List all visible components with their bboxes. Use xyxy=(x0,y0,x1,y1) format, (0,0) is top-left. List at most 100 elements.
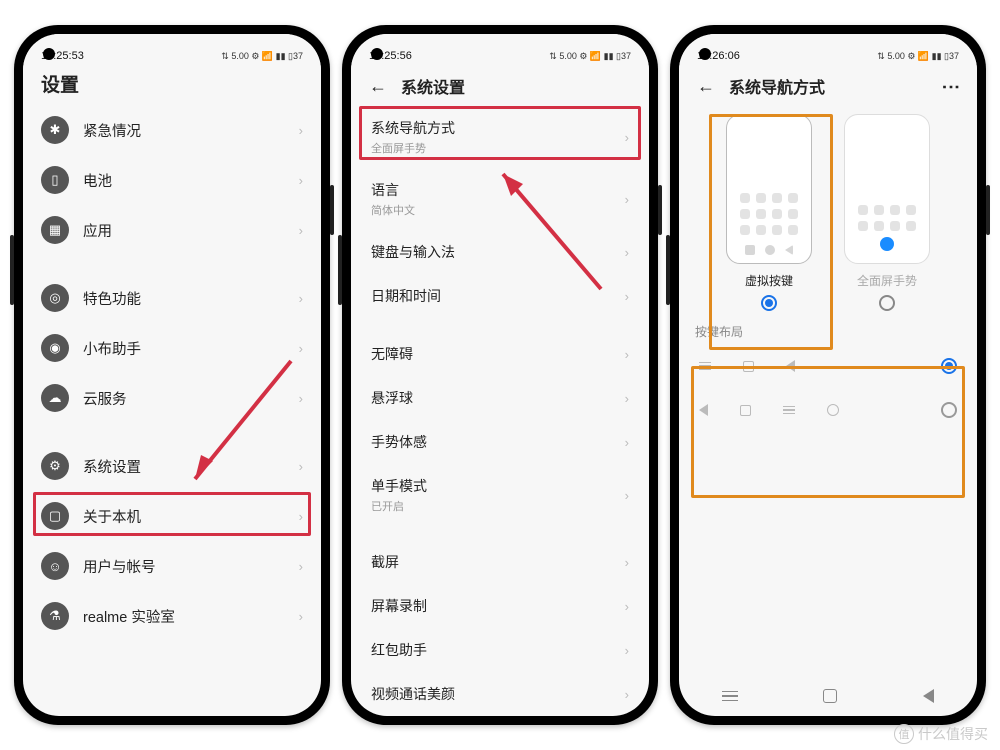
sys-row-0[interactable]: 系统导航方式全面屏手势 › xyxy=(361,106,639,168)
row-label: 关于本机 xyxy=(83,506,141,527)
row-icon: ▦ xyxy=(41,216,69,244)
settings-row-0[interactable]: ✱ 紧急情况 › xyxy=(33,105,311,155)
page-title: 系统导航方式 xyxy=(729,74,825,98)
phone-frame-1: 13:25:53 ⇅ 5.00 ⚙ 📶 ▮▮ ▯37 设置 ✱ 紧急情况 ›▯ … xyxy=(14,25,330,725)
row-label: 语言 xyxy=(371,180,415,200)
row-label: 小布助手 xyxy=(83,338,141,359)
nav-preview-gesture xyxy=(844,114,930,264)
settings-row-7[interactable]: ▢ 关于本机 › xyxy=(33,491,311,541)
row-label: 系统导航方式 xyxy=(371,118,455,138)
back-icon xyxy=(699,404,708,416)
row-icon: ◎ xyxy=(41,284,69,312)
section-button-layout: 按键布局 xyxy=(679,315,977,344)
recents-icon xyxy=(699,362,711,371)
row-label: 特色功能 xyxy=(83,288,141,309)
chevron-right-icon: › xyxy=(625,435,629,450)
camera-hole xyxy=(699,48,711,60)
phone-frame-3: 13:26:06 ⇅ 5.00 ⚙ 📶 ▮▮ ▯37 ← 系统导航方式 ⋮ 虚拟… xyxy=(670,25,986,725)
nav-recents-icon[interactable] xyxy=(722,691,738,702)
extra-icon xyxy=(827,404,839,416)
settings-row-5[interactable]: ☁ 云服务 › xyxy=(33,373,311,423)
phone-frame-2: 13:25:56 ⇅ 5.00 ⚙ 📶 ▮▮ ▯37 ← 系统设置 系统导航方式… xyxy=(342,25,658,725)
row-label: 屏幕录制 xyxy=(371,596,427,616)
row-label: 键盘与输入法 xyxy=(371,242,455,262)
sys-row-11[interactable]: 视频通话美颜 › xyxy=(361,672,639,716)
chevron-right-icon: › xyxy=(625,289,629,304)
status-icons: ⇅ 5.00 ⚙ 📶 ▮▮ ▯37 xyxy=(221,51,303,62)
settings-row-4[interactable]: ◉ 小布助手 › xyxy=(33,323,311,373)
settings-row-3[interactable]: ◎ 特色功能 › xyxy=(33,273,311,323)
chevron-right-icon: › xyxy=(299,291,303,306)
sys-row-3[interactable]: 日期和时间 › xyxy=(361,274,639,318)
settings-row-9[interactable]: ⚗ realme 实验室 › xyxy=(33,591,311,641)
nav-option-gesture[interactable]: 全面屏手势 xyxy=(835,114,939,311)
status-bar: 13:25:53 ⇅ 5.00 ⚙ 📶 ▮▮ ▯37 xyxy=(23,34,321,64)
nav-style-options: 虚拟按键 全面屏手势 xyxy=(679,106,977,315)
settings-row-8[interactable]: ☺ 用户与帐号 › xyxy=(33,541,311,591)
camera-hole xyxy=(43,48,55,60)
settings-row-1[interactable]: ▯ 电池 › xyxy=(33,155,311,205)
row-label: 用户与帐号 xyxy=(83,556,156,577)
status-bar: 13:25:56 ⇅ 5.00 ⚙ 📶 ▮▮ ▯37 xyxy=(351,34,649,64)
header: ← 系统设置 xyxy=(351,64,649,106)
sys-row-9[interactable]: 屏幕录制 › xyxy=(361,584,639,628)
row-icon: ▯ xyxy=(41,166,69,194)
row-label: 单手模式 xyxy=(371,476,427,496)
system-settings-list[interactable]: 系统导航方式全面屏手势 ›语言简体中文 ›键盘与输入法 ›日期和时间 ›无障碍 … xyxy=(351,106,649,716)
chevron-right-icon: › xyxy=(299,609,303,624)
row-icon: ⚙ xyxy=(41,452,69,480)
back-button[interactable]: ← xyxy=(369,76,387,97)
sys-row-6[interactable]: 手势体感 › xyxy=(361,420,639,464)
row-label: 无障碍 xyxy=(371,344,413,364)
radio-gesture-nav[interactable] xyxy=(879,295,895,311)
row-label: 系统设置 xyxy=(83,456,141,477)
nav-back-icon[interactable] xyxy=(923,689,934,703)
sys-row-5[interactable]: 悬浮球 › xyxy=(361,376,639,420)
sys-row-7[interactable]: 单手模式已开启 › xyxy=(361,464,639,526)
radio-layout-2[interactable] xyxy=(941,402,957,418)
more-menu-icon[interactable]: ⋮ xyxy=(940,78,961,95)
nav-home-icon[interactable] xyxy=(823,689,837,703)
row-label: 电池 xyxy=(83,170,112,191)
chevron-right-icon: › xyxy=(299,223,303,238)
row-label: 紧急情况 xyxy=(83,120,141,141)
sys-row-2[interactable]: 键盘与输入法 › xyxy=(361,230,639,274)
row-label: 手势体感 xyxy=(371,432,427,452)
recents-icon xyxy=(783,406,795,415)
sys-row-8[interactable]: 截屏 › xyxy=(361,540,639,584)
settings-list[interactable]: ✱ 紧急情况 ›▯ 电池 ›▦ 应用 ›◎ 特色功能 ›◉ 小布助手 ›☁ 云服… xyxy=(23,105,321,716)
chevron-right-icon: › xyxy=(299,391,303,406)
watermark-icon: 值 xyxy=(894,724,914,744)
row-label: 日期和时间 xyxy=(371,286,441,306)
row-label: 视频通话美颜 xyxy=(371,684,455,704)
nav-option-label: 虚拟按键 xyxy=(717,272,821,289)
row-icon: ✱ xyxy=(41,116,69,144)
row-label: 红包助手 xyxy=(371,640,427,660)
nav-option-buttons[interactable]: 虚拟按键 xyxy=(717,114,821,311)
system-nav-bar[interactable] xyxy=(679,676,977,716)
chevron-right-icon: › xyxy=(625,687,629,702)
back-button[interactable]: ← xyxy=(697,76,715,97)
row-icon: ☁ xyxy=(41,384,69,412)
row-label: 悬浮球 xyxy=(371,388,413,408)
settings-row-6[interactable]: ⚙ 系统设置 › xyxy=(33,441,311,491)
sys-row-10[interactable]: 红包助手 › xyxy=(361,628,639,672)
status-icons: ⇅ 5.00 ⚙ 📶 ▮▮ ▯37 xyxy=(549,51,631,62)
row-icon: ⚗ xyxy=(41,602,69,630)
chevron-right-icon: › xyxy=(625,643,629,658)
radio-layout-1[interactable] xyxy=(941,358,957,374)
layout-option-2[interactable] xyxy=(693,388,963,432)
chevron-right-icon: › xyxy=(299,173,303,188)
sys-row-4[interactable]: 无障碍 › xyxy=(361,332,639,376)
chevron-right-icon: › xyxy=(625,555,629,570)
settings-row-2[interactable]: ▦ 应用 › xyxy=(33,205,311,255)
status-icons: ⇅ 5.00 ⚙ 📶 ▮▮ ▯37 xyxy=(877,51,959,62)
back-icon xyxy=(786,360,795,372)
layout-option-1[interactable] xyxy=(693,344,963,388)
chevron-right-icon: › xyxy=(299,341,303,356)
row-icon: ▢ xyxy=(41,502,69,530)
sys-row-1[interactable]: 语言简体中文 › xyxy=(361,168,639,230)
chevron-right-icon: › xyxy=(625,347,629,362)
radio-buttons-nav[interactable] xyxy=(761,295,777,311)
row-label: 应用 xyxy=(83,220,112,241)
